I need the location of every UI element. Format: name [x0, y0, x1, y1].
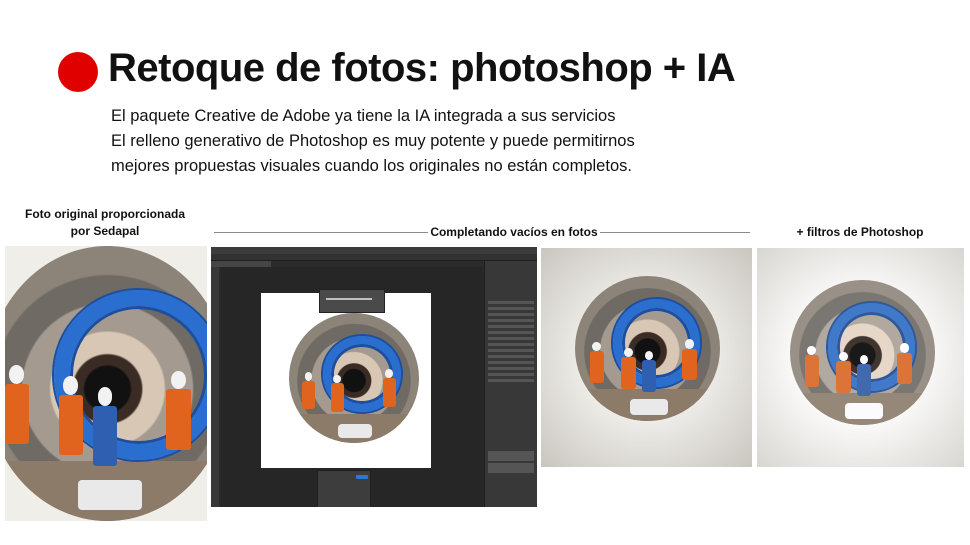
ps-options-bar	[211, 254, 537, 261]
worker	[166, 371, 191, 450]
divider-line	[214, 232, 428, 233]
description-line: mejores propuestas visuales cuando los o…	[111, 157, 632, 175]
worker	[589, 341, 604, 384]
pipe-scene	[289, 313, 419, 443]
layer-row	[488, 301, 534, 304]
slide-title: Retoque de fotos: photoshop + IA	[108, 46, 736, 90]
worker	[804, 345, 819, 388]
description: El paquete Creative de Adobe ya tiene la…	[111, 104, 635, 179]
worker	[897, 342, 912, 385]
description-line: El paquete Creative de Adobe ya tiene la…	[111, 107, 616, 125]
photo-original	[5, 246, 207, 521]
worker	[641, 350, 657, 392]
sandbags	[78, 479, 142, 510]
layer-row	[488, 313, 534, 316]
worker	[382, 369, 396, 407]
worker	[92, 387, 118, 466]
sandbags	[630, 399, 668, 416]
caption-middle: Completando vacíos en fotos	[430, 225, 598, 239]
worker	[682, 338, 697, 381]
layer-row	[488, 463, 534, 473]
layer-row	[488, 307, 534, 310]
caption-original-line: Foto original proporcionada	[25, 207, 185, 221]
sandbags	[338, 423, 373, 438]
layer-row	[488, 373, 534, 376]
description-line: El relleno generativo de Photoshop es mu…	[111, 132, 635, 150]
pipe-scene	[575, 276, 720, 421]
layer-row	[488, 331, 534, 334]
layer-row	[488, 349, 534, 352]
progress-bar	[326, 298, 372, 300]
worker	[330, 374, 344, 412]
ps-layers-panel	[484, 261, 537, 507]
worker	[302, 372, 315, 410]
layer-row	[488, 451, 534, 461]
worker	[856, 354, 872, 396]
ps-workspace	[221, 267, 483, 507]
layer-row	[488, 325, 534, 328]
caption-original-line: por Sedapal	[70, 224, 140, 238]
worker	[58, 376, 83, 455]
photo-completed	[541, 248, 752, 467]
worker	[836, 351, 851, 394]
ps-toolbar	[211, 267, 219, 507]
red-bullet-icon	[58, 52, 98, 92]
caption-filters: + filtros de Photoshop	[796, 225, 924, 239]
pipe-scene	[790, 280, 935, 425]
sandbags	[845, 403, 883, 420]
ps-menubar	[211, 247, 537, 254]
layer-row	[488, 319, 534, 322]
worker	[621, 347, 636, 390]
photo-filtered	[757, 248, 964, 467]
worker	[5, 365, 30, 444]
layer-row	[488, 355, 534, 358]
photoshop-screenshot	[211, 247, 537, 507]
caption-original: Foto original proporcionada por Sedapal	[10, 206, 200, 240]
layer-row	[488, 379, 534, 382]
layer-row	[488, 343, 534, 346]
layer-row	[488, 367, 534, 370]
ps-progress-dialog	[319, 289, 385, 313]
ps-properties-panel	[317, 470, 371, 507]
pipe-scene	[5, 246, 207, 521]
ps-document	[261, 293, 431, 468]
layer-row	[488, 361, 534, 364]
layer-row	[488, 337, 534, 340]
divider-line	[600, 232, 750, 233]
generate-button	[356, 475, 368, 479]
